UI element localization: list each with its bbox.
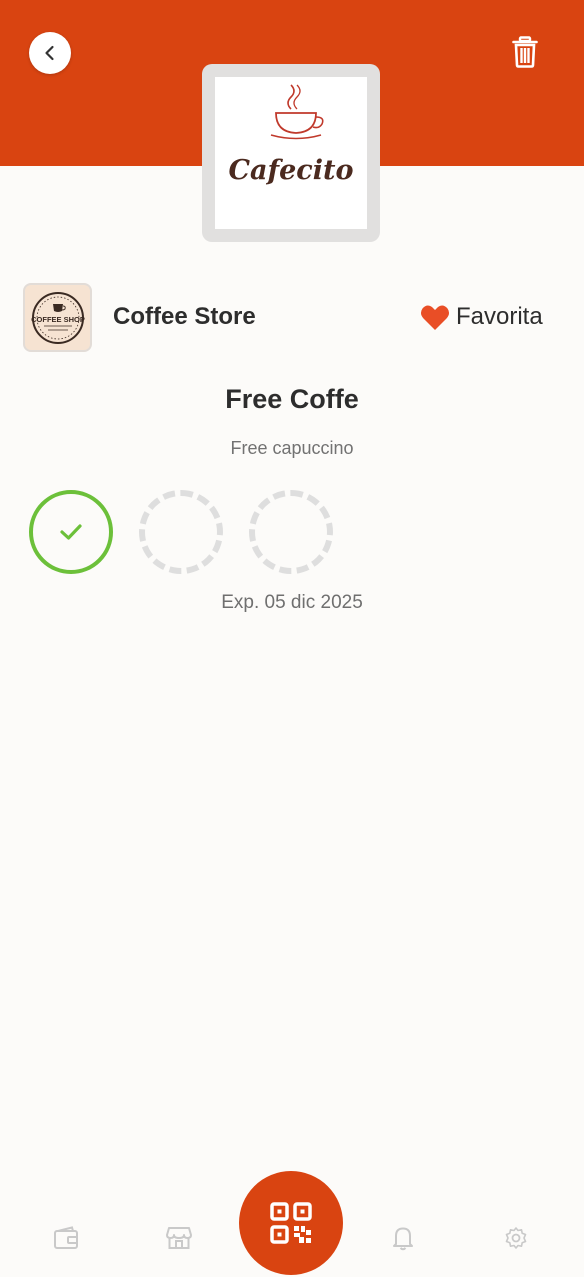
card-logo: Cafecito [215,77,367,229]
stamp-empty [139,490,223,574]
reward-title: Free Coffe [225,384,359,414]
favorite-label: Favorita [456,303,543,330]
nav-notifications[interactable] [390,1225,416,1251]
card-logo-frame: Cafecito [202,64,380,242]
store-avatar[interactable]: COFFEE SHOP [23,283,92,352]
store-name: Coffee Store [113,303,256,330]
coffee-shop-logo: COFFEE SHOP [31,291,85,344]
trash-icon [512,36,538,68]
back-button[interactable] [29,32,71,74]
stamp-collected [29,490,113,574]
favorite-toggle[interactable]: Favorita [420,303,543,331]
heart-icon [420,305,450,330]
reward-description: Free capuccino [230,438,354,458]
brand-wordmark: Cafecito [228,155,354,186]
stamp-empty [249,490,333,574]
nav-store[interactable] [166,1225,192,1251]
store-icon [166,1227,192,1249]
expiry-date: Exp. 05 dic 2025 [221,592,363,613]
gear-icon [505,1227,527,1249]
svg-text:COFFEE SHOP: COFFEE SHOP [31,315,85,324]
qr-code-icon [270,1202,312,1244]
scan-qr-button[interactable] [239,1171,343,1275]
nav-wallet[interactable] [53,1225,79,1251]
check-icon [60,524,82,540]
stamp-progress [29,490,349,574]
delete-button[interactable] [508,32,542,72]
wallet-icon [54,1226,78,1249]
nav-settings[interactable] [503,1225,529,1251]
coffee-cup-icon [270,84,324,140]
bell-icon [393,1227,413,1251]
store-row: COFFEE SHOP Coffee Store Favorita [23,283,563,352]
chevron-left-icon [45,45,54,61]
